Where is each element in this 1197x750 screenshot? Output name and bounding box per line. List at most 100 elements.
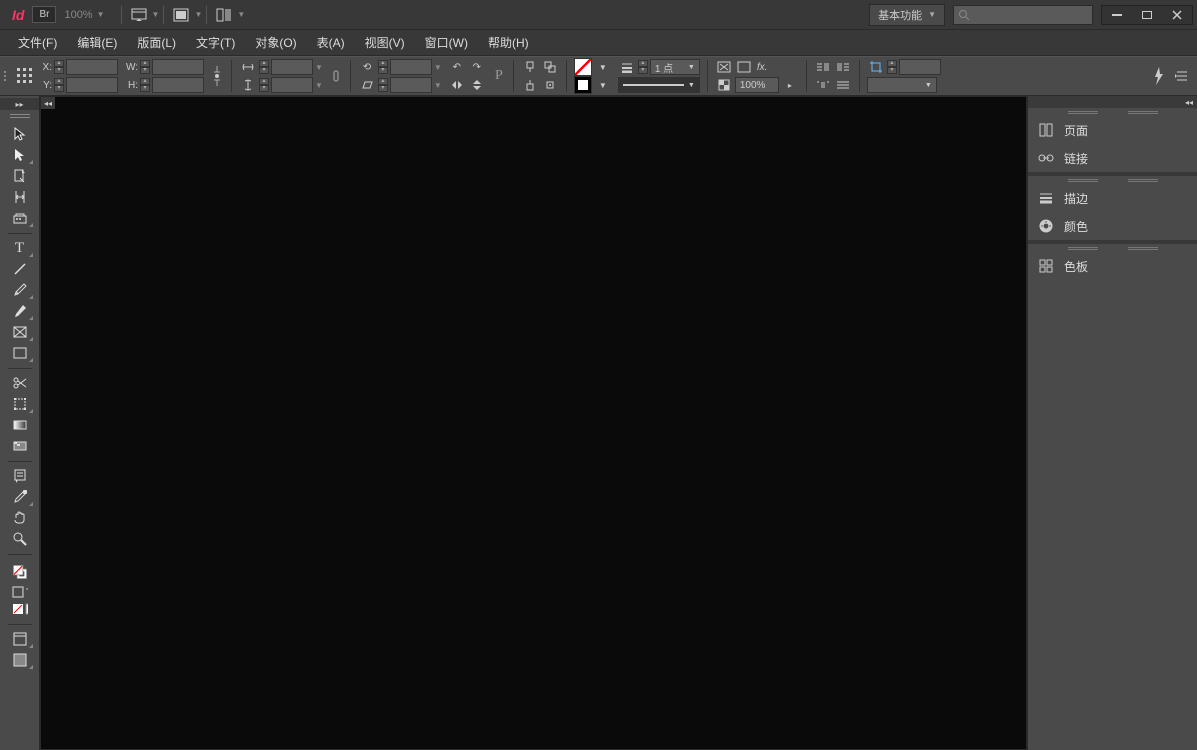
workspace-selector[interactable]: 基本功能 ▼ (869, 4, 945, 26)
opacity-slider-button[interactable]: ▸ (781, 77, 799, 93)
w-input[interactable] (152, 59, 204, 75)
select-container-button[interactable] (521, 59, 539, 75)
content-collector-tool[interactable] (6, 208, 34, 228)
fit-frame-button[interactable] (735, 59, 753, 75)
panel-stroke[interactable]: 描边 (1028, 184, 1197, 212)
screen-mode-button[interactable] (170, 4, 192, 26)
free-transform-tool[interactable] (6, 394, 34, 414)
gap-tool[interactable] (6, 187, 34, 207)
panel-group-handle[interactable] (1028, 176, 1197, 184)
panel-pages[interactable]: 页面 (1028, 116, 1197, 144)
view-mode-normal[interactable] (6, 629, 34, 649)
panel-label: 描边 (1064, 190, 1088, 207)
fx-label[interactable]: fx. (757, 62, 768, 73)
arrange-button[interactable] (213, 4, 235, 26)
maximize-button[interactable] (1132, 6, 1162, 24)
menu-window[interactable]: 窗口(W) (415, 30, 478, 55)
panel-swatches[interactable]: 色板 (1028, 252, 1197, 280)
opacity-icon (715, 77, 733, 93)
panel-group-handle[interactable] (1028, 244, 1197, 252)
document-canvas[interactable]: ◂◂ (40, 96, 1027, 750)
panel-links[interactable]: 链接 (1028, 144, 1197, 172)
minimize-button[interactable] (1102, 6, 1132, 24)
canvas-expand-button[interactable]: ◂◂ (41, 97, 55, 109)
search-input[interactable] (953, 5, 1093, 25)
control-menu-icon[interactable] (1175, 69, 1189, 83)
crop-input[interactable] (899, 59, 941, 75)
toolbox-collapse-button[interactable]: ▸▸ (0, 98, 39, 110)
app-logo: Id (4, 7, 32, 23)
quick-apply-icon[interactable] (1151, 67, 1167, 85)
zoom-dropdown-arrow[interactable]: ▼ (97, 10, 105, 19)
fill-dropdown[interactable]: ▼ (594, 59, 612, 75)
x-input[interactable] (66, 59, 118, 75)
wrap-right-button[interactable] (834, 59, 852, 75)
rectangle-frame-tool[interactable] (6, 322, 34, 342)
panel-color[interactable]: 颜色 (1028, 212, 1197, 240)
apply-color-buttons[interactable] (6, 603, 34, 619)
pencil-tool[interactable] (6, 301, 34, 321)
stroke-swatch[interactable] (574, 76, 592, 94)
h-label: H: (124, 80, 138, 91)
menu-help[interactable]: 帮助(H) (478, 30, 539, 55)
auto-fit-button[interactable] (715, 59, 733, 75)
rotation-input[interactable] (390, 59, 432, 75)
menu-view[interactable]: 视图(V) (355, 30, 415, 55)
flip-v-button[interactable] (468, 77, 486, 93)
panel-group-handle[interactable] (1028, 108, 1197, 116)
view-options-button[interactable] (128, 4, 150, 26)
rotate-ccw-button[interactable]: ↶ (448, 59, 466, 75)
hand-tool[interactable] (6, 508, 34, 528)
h-input[interactable] (152, 77, 204, 93)
stroke-style-dropdown[interactable]: ▼ (618, 77, 700, 93)
constrain-scale-button[interactable] (327, 58, 345, 94)
bridge-button[interactable]: Br (32, 6, 56, 23)
gradient-swatch-tool[interactable] (6, 415, 34, 435)
toolbox-handle[interactable] (5, 112, 35, 120)
control-bar-grip[interactable] (4, 60, 10, 92)
selection-tool[interactable] (6, 124, 34, 144)
constrain-proportions-button[interactable] (208, 58, 226, 94)
stroke-weight-input[interactable]: 1 点▼ (650, 59, 700, 75)
wrap-none-button[interactable] (834, 77, 852, 93)
page-tool[interactable] (6, 166, 34, 186)
menu-type[interactable]: 文字(T) (186, 30, 245, 55)
y-input[interactable] (66, 77, 118, 93)
reference-point-proxy[interactable] (16, 58, 34, 94)
corner-options-dropdown[interactable]: ▼ (867, 77, 937, 93)
pen-tool[interactable] (6, 280, 34, 300)
wrap-both-button[interactable] (814, 77, 832, 93)
zoom-tool[interactable] (6, 529, 34, 549)
flip-h-button[interactable] (448, 77, 466, 93)
fill-stroke-proxy[interactable] (6, 559, 34, 585)
scissors-tool[interactable] (6, 373, 34, 393)
scale-x-input[interactable] (271, 59, 313, 75)
type-tool[interactable]: T (6, 238, 34, 258)
shear-input[interactable] (390, 77, 432, 93)
note-tool[interactable] (6, 466, 34, 486)
direct-selection-tool[interactable] (6, 145, 34, 165)
select-prev-button[interactable] (521, 77, 539, 93)
select-next-button[interactable] (541, 77, 559, 93)
close-button[interactable] (1162, 6, 1192, 24)
wrap-left-button[interactable] (814, 59, 832, 75)
menu-edit[interactable]: 编辑(E) (67, 30, 127, 55)
select-content-button[interactable] (541, 59, 559, 75)
view-mode-preview[interactable] (6, 650, 34, 670)
formatting-affects-container[interactable]: T (6, 586, 34, 602)
menu-object[interactable]: 对象(O) (245, 30, 306, 55)
stroke-dropdown[interactable]: ▼ (594, 77, 612, 93)
zoom-level[interactable]: 100% (64, 9, 92, 21)
menu-layout[interactable]: 版面(L) (127, 30, 186, 55)
line-tool[interactable] (6, 259, 34, 279)
menu-file[interactable]: 文件(F) (8, 30, 67, 55)
opacity-input[interactable]: 100% (735, 77, 779, 93)
scale-y-input[interactable] (271, 77, 313, 93)
fill-swatch[interactable] (574, 58, 592, 76)
menu-table[interactable]: 表(A) (307, 30, 355, 55)
panel-collapse-button[interactable]: ◂◂ (1028, 96, 1197, 108)
gradient-feather-tool[interactable] (6, 436, 34, 456)
rotate-cw-button[interactable]: ↷ (468, 59, 486, 75)
eyedropper-tool[interactable] (6, 487, 34, 507)
rectangle-tool[interactable] (6, 343, 34, 363)
